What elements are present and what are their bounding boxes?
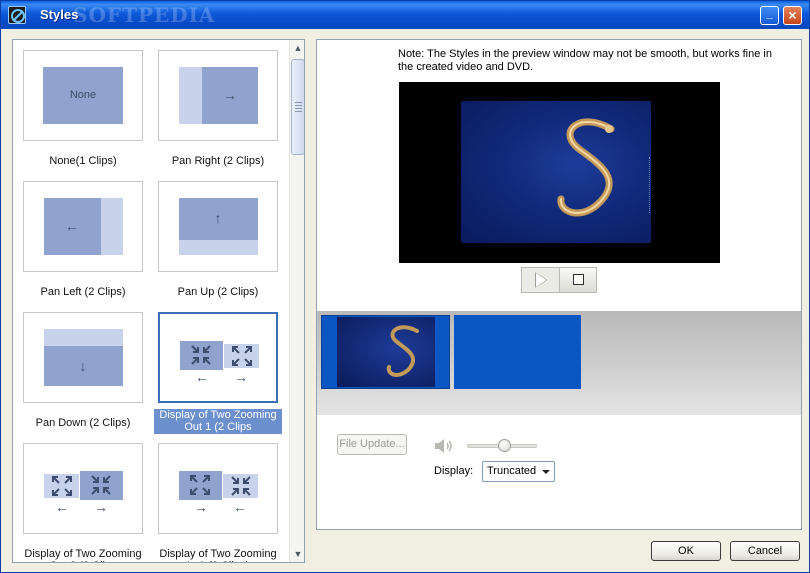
clip-light xyxy=(224,344,259,368)
volume-slider-knob[interactable] xyxy=(498,439,511,452)
style-item-label: Pan Down (2 Clips) xyxy=(35,417,131,429)
display-label: Display: xyxy=(434,465,474,477)
styles-list: None None(1 Clips) → Pan Right (2 Clips)… xyxy=(12,39,305,563)
style-thumbnail: None xyxy=(23,50,143,141)
clip-dark: ↓ xyxy=(44,346,123,386)
file-update-button[interactable]: File Update... xyxy=(337,434,407,455)
cancel-button[interactable]: Cancel xyxy=(730,541,800,561)
playback-controls xyxy=(521,267,597,293)
zoom-in-arrows-icon xyxy=(231,476,251,496)
clip-dark: → xyxy=(202,67,258,124)
style-item-label: Pan Left (2 Clips) xyxy=(40,286,126,298)
clip-light xyxy=(179,240,258,255)
arrow-left-icon: ← xyxy=(195,369,209,385)
clip-area: None xyxy=(43,67,123,124)
style-thumbnail: ← → xyxy=(23,443,143,534)
zoom-out-arrows-icon xyxy=(190,475,210,495)
display-value: Truncated xyxy=(487,465,537,477)
preview-note: Note: The Styles in the preview window m… xyxy=(398,48,772,73)
zoom-out-arrows-icon xyxy=(52,476,72,496)
vertical-scrollbar[interactable]: ▲ ▼ xyxy=(289,40,304,562)
style-thumbnail: → xyxy=(158,50,278,141)
title-bar[interactable]: Styles SOFTPEDIA _ × xyxy=(1,1,809,29)
clip-frame-1[interactable] xyxy=(321,315,450,389)
speaker-icon[interactable] xyxy=(433,438,455,454)
style-item-label: Display of Two Zooming Out 1 (2 Clips xyxy=(154,409,282,434)
arrow-down-icon: ↓ xyxy=(79,358,87,374)
clip-light xyxy=(223,474,258,498)
preview-image xyxy=(461,101,651,243)
scroll-up-icon[interactable]: ▲ xyxy=(290,40,304,56)
style-thumbnail: ↑ xyxy=(158,181,278,272)
grip-line xyxy=(295,108,302,109)
swirl-graphic xyxy=(557,118,615,217)
minimize-button[interactable]: _ xyxy=(760,6,779,25)
ok-button[interactable]: OK xyxy=(651,541,721,561)
play-button[interactable] xyxy=(522,268,559,292)
arrow-right-icon: → xyxy=(223,87,237,103)
style-item-label: Pan Up (2 Clips) xyxy=(177,286,259,298)
grip-line xyxy=(295,111,302,112)
scroll-thumb[interactable] xyxy=(291,59,304,155)
clip-light xyxy=(44,474,79,498)
clip-frame-2[interactable] xyxy=(454,315,581,389)
none-preview-text: None xyxy=(69,89,97,101)
clip-thumbnail xyxy=(337,317,435,387)
arrow-up-icon: ↑ xyxy=(214,210,222,226)
style-thumbnail: ← → xyxy=(158,312,278,403)
clip-light xyxy=(179,67,202,124)
clip-strip xyxy=(317,311,801,415)
close-button[interactable]: × xyxy=(783,6,802,25)
scroll-down-icon[interactable]: ▼ xyxy=(290,546,304,562)
arrow-left-icon: ← xyxy=(55,499,69,515)
clip-dark: ← xyxy=(44,198,101,255)
clip-dark xyxy=(179,471,222,500)
clip-dark: ↑ xyxy=(179,198,258,240)
clip-dark xyxy=(80,471,123,500)
zoom-in-arrows-icon xyxy=(91,475,111,495)
stop-button[interactable] xyxy=(559,268,596,292)
preview-panel: Note: The Styles in the preview window m… xyxy=(316,39,802,530)
volume-slider[interactable] xyxy=(467,439,537,452)
zoom-out-arrows-icon xyxy=(232,346,252,366)
chevron-down-icon xyxy=(542,470,550,474)
sparkle-trail xyxy=(649,157,651,213)
arrow-right-icon: → xyxy=(194,499,208,515)
arrow-left-icon: ← xyxy=(65,218,79,234)
style-item-label: None(1 Clips) xyxy=(49,155,117,167)
style-item-label: Display of Two Zooming Out 2 (2 Clips xyxy=(24,548,142,562)
arrow-right-icon: → xyxy=(94,499,108,515)
app-icon xyxy=(8,6,26,24)
styles-dialog: Styles SOFTPEDIA _ × None None(1 Clips) … xyxy=(0,0,810,573)
arrow-right-icon: → xyxy=(234,369,248,385)
grip-line xyxy=(295,102,302,103)
style-thumbnail: ↓ xyxy=(23,312,143,403)
style-thumbnail: → ← xyxy=(158,443,278,534)
softpedia-watermark: SOFTPEDIA xyxy=(73,3,216,27)
stop-icon xyxy=(573,274,584,285)
style-thumbnail: ← xyxy=(23,181,143,272)
preview-window xyxy=(399,82,720,263)
clip-dark xyxy=(180,341,223,370)
style-item-label: Pan Right (2 Clips) xyxy=(171,155,265,167)
display-dropdown[interactable]: Truncated xyxy=(482,461,555,482)
play-icon-fill xyxy=(536,273,546,287)
grip-line xyxy=(295,105,302,106)
clip-light xyxy=(44,329,123,346)
swirl-graphic xyxy=(386,325,419,377)
style-item-label: Display of Two Zooming In 1 (2 Clips) xyxy=(159,548,277,562)
zoom-in-arrows-icon xyxy=(191,345,211,365)
clip-light xyxy=(101,198,123,255)
arrow-left-icon: ← xyxy=(233,499,247,515)
